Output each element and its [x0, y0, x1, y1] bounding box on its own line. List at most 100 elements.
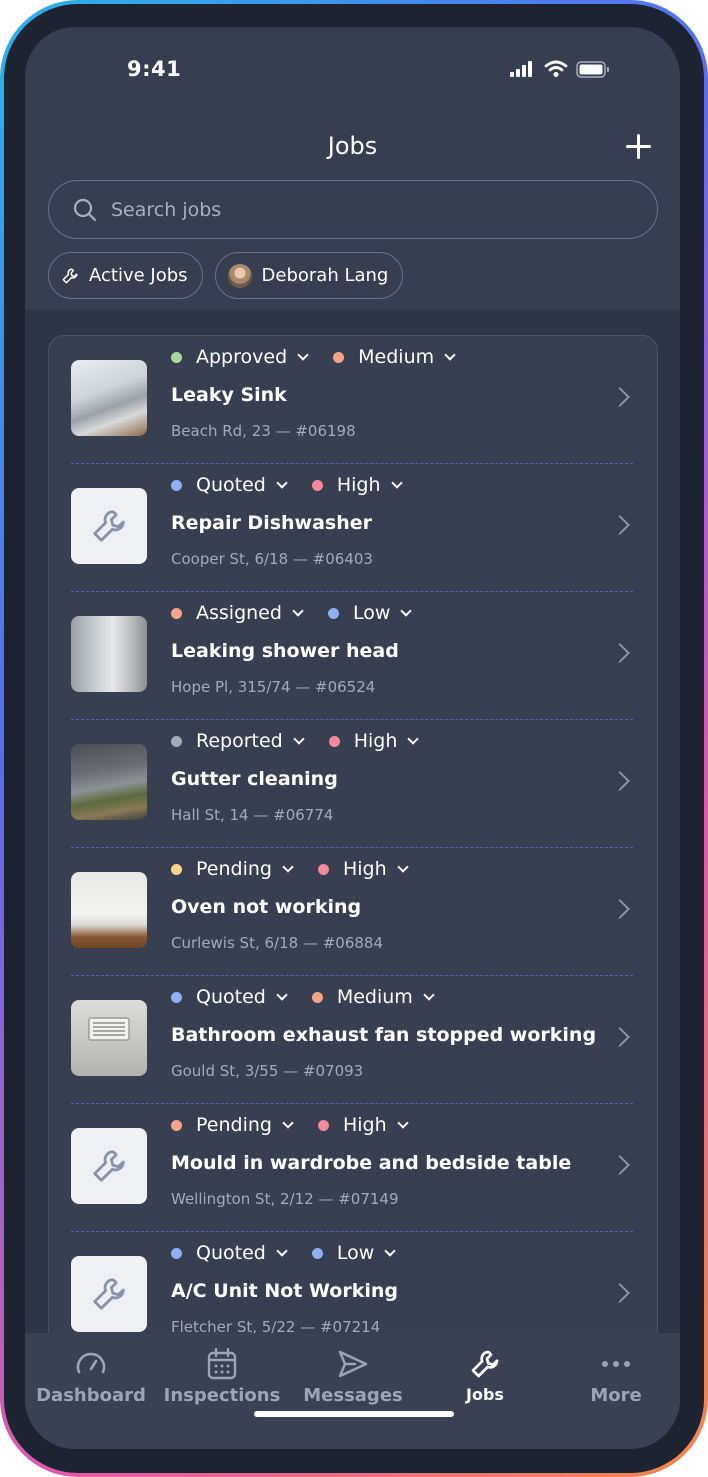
priority-badge[interactable]: High [337, 474, 381, 496]
job-row[interactable]: Quoted High Repair Dishwasher Cooper St,… [71, 464, 633, 592]
job-tags: Quoted Medium [171, 979, 459, 1015]
job-address: Hope Pl, 315/74 — #06524 [171, 678, 376, 696]
job-title: Bathroom exhaust fan stopped working [171, 1024, 597, 1046]
status-badge[interactable]: Pending [196, 1114, 272, 1136]
priority-dot [328, 735, 340, 747]
filter-chip-assignee[interactable]: Deborah Lang [214, 252, 404, 299]
send-icon [338, 1350, 368, 1378]
filter-chip-active-jobs[interactable]: Active Jobs [48, 252, 203, 299]
job-row[interactable]: Pending High Mould in wardrobe and bedsi… [71, 1104, 633, 1232]
job-thumbnail [71, 1256, 147, 1332]
chevron-down-icon[interactable] [384, 1244, 396, 1257]
status-dot [171, 607, 182, 619]
chevron-down-icon[interactable] [396, 1116, 409, 1129]
job-address: Hall St, 14 — #06774 [171, 806, 334, 824]
chevron-down-icon[interactable] [444, 348, 456, 361]
chevron-down-icon[interactable] [297, 348, 309, 361]
vent-icon [88, 1017, 130, 1041]
priority-badge[interactable]: Low [337, 1242, 374, 1264]
nav-label: More [590, 1385, 642, 1406]
filter-chip-label: Deborah Lang [261, 265, 389, 286]
job-thumbnail [71, 1128, 147, 1204]
status-badge[interactable]: Approved [196, 346, 287, 368]
chevron-down-icon[interactable] [276, 1244, 288, 1257]
nav-item-messages[interactable]: Messages [287, 1347, 419, 1406]
nav-item-jobs[interactable]: Jobs [419, 1347, 551, 1404]
chevron-down-icon[interactable] [292, 604, 304, 617]
status-time: 9:41 [127, 57, 182, 81]
chevron-down-icon[interactable] [276, 476, 288, 489]
chevron-right-icon [610, 1283, 630, 1303]
chevron-down-icon[interactable] [400, 604, 413, 617]
job-tags: Approved Medium [171, 339, 480, 375]
job-thumbnail [71, 360, 147, 436]
job-tags: Pending High [171, 1107, 433, 1143]
job-tags: Pending High [171, 851, 433, 887]
chevron-right-icon [610, 1155, 630, 1175]
priority-dot [333, 351, 345, 363]
job-title: Repair Dishwasher [171, 512, 373, 534]
priority-badge[interactable]: Low [353, 602, 390, 624]
home-indicator[interactable] [254, 1411, 454, 1417]
priority-badge[interactable]: Medium [337, 986, 413, 1008]
job-row[interactable]: Pending High Oven not working Curlewis S… [71, 848, 633, 976]
search-input[interactable] [111, 198, 591, 221]
nav-item-dashboard[interactable]: Dashboard [25, 1347, 157, 1406]
chevron-right-icon [610, 899, 630, 919]
status-badge[interactable]: Assigned [196, 602, 282, 624]
job-row[interactable]: Approved Medium Leaky Sink Beach Rd, 23 … [71, 336, 633, 464]
job-thumbnail [71, 488, 147, 564]
status-badge[interactable]: Quoted [196, 986, 266, 1008]
job-row[interactable]: Quoted Low A/C Unit Not Working Fletcher… [71, 1232, 633, 1333]
job-address: Gould St, 3/55 — #07093 [171, 1062, 364, 1080]
priority-dot [317, 863, 329, 875]
search-bar[interactable] [48, 180, 658, 239]
priority-badge[interactable]: High [343, 858, 387, 880]
wrench-icon [62, 268, 78, 283]
priority-dot [311, 479, 323, 491]
job-title: Leaking shower head [171, 640, 399, 662]
status-dot [171, 1247, 182, 1259]
chevron-down-icon[interactable] [396, 860, 409, 873]
priority-badge[interactable]: Medium [358, 346, 434, 368]
chevron-down-icon[interactable] [282, 860, 294, 873]
job-title: Mould in wardrobe and bedside table [171, 1152, 572, 1174]
job-tags: Assigned Low [171, 595, 436, 631]
nav-item-more[interactable]: More [550, 1347, 680, 1406]
job-tags: Quoted High [171, 467, 427, 503]
job-list: Approved Medium Leaky Sink Beach Rd, 23 … [48, 335, 658, 1333]
chevron-right-icon [610, 771, 630, 791]
filter-chips: Active Jobs Deborah Lang [48, 252, 404, 299]
chevron-down-icon[interactable] [390, 476, 403, 489]
job-row[interactable]: Assigned Low Leaking shower head Hope Pl… [71, 592, 633, 720]
job-row[interactable]: Quoted Medium Bathroom exhaust fan stopp… [71, 976, 633, 1104]
priority-dot [311, 1247, 323, 1259]
status-dot [171, 863, 182, 875]
status-dot [171, 991, 182, 1003]
chevron-down-icon[interactable] [407, 732, 420, 745]
wrench-icon [471, 1350, 499, 1378]
status-badge[interactable]: Quoted [196, 1242, 266, 1264]
chevron-down-icon[interactable] [293, 732, 305, 745]
job-title: Gutter cleaning [171, 768, 338, 790]
job-address: Beach Rd, 23 — #06198 [171, 422, 356, 440]
add-job-button[interactable] [624, 132, 654, 162]
status-badge[interactable]: Reported [196, 730, 283, 752]
priority-badge[interactable]: High [354, 730, 398, 752]
nav-label: Dashboard [36, 1385, 146, 1406]
chevron-down-icon[interactable] [276, 988, 288, 1001]
nav-item-inspections[interactable]: Inspections [156, 1347, 288, 1406]
bottom-nav: Dashboard Inspections Messages Jobs More [25, 1333, 680, 1449]
job-title: Leaky Sink [171, 384, 287, 406]
status-badge[interactable]: Pending [196, 858, 272, 880]
app-screen: 9:41 Jobs A [25, 27, 680, 1449]
job-address: Cooper St, 6/18 — #06403 [171, 550, 373, 568]
priority-badge[interactable]: High [343, 1114, 387, 1136]
status-badge[interactable]: Quoted [196, 474, 266, 496]
chevron-down-icon[interactable] [423, 988, 435, 1001]
job-row[interactable]: Reported High Gutter cleaning Hall St, 1… [71, 720, 633, 848]
chevron-down-icon[interactable] [282, 1116, 294, 1129]
more-icon [602, 1361, 630, 1367]
wrench-icon [93, 1278, 125, 1310]
avatar [227, 263, 252, 288]
